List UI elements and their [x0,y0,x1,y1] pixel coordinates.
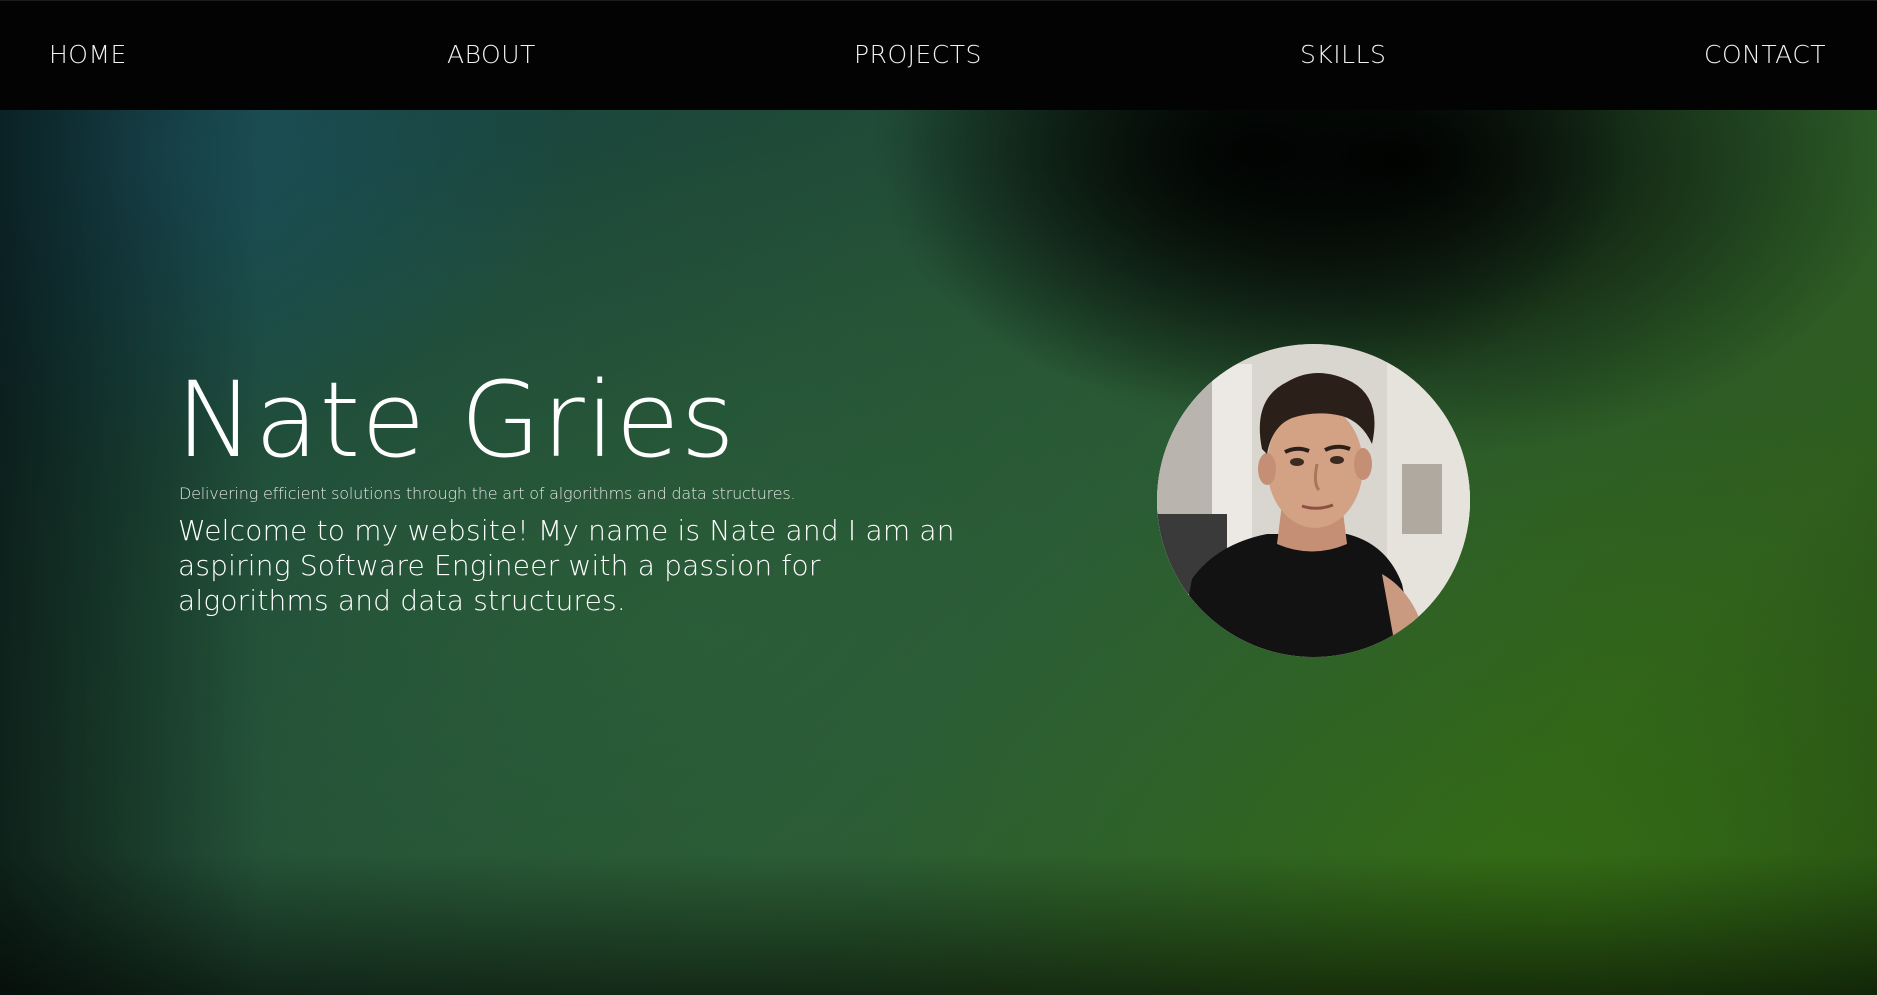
nav-link-about[interactable]: ABOUT [447,39,536,71]
hero-tagline: Delivering efficient solutions through t… [179,484,796,503]
hero-section: Nate Gries Delivering efficient solution… [0,110,1877,995]
nav-link-contact[interactable]: CONTACT [1704,39,1826,71]
nav-link-skills[interactable]: SKILLS [1300,39,1386,71]
top-navigation-bar: HOME ABOUT PROJECTS SKILLS CONTACT [0,0,1877,110]
hero-name-heading: Nate Gries [176,359,736,481]
profile-photo-avatar [1157,344,1470,657]
profile-photo-illustration [1157,344,1470,657]
portfolio-page: HOME ABOUT PROJECTS SKILLS CONTACT Nate … [0,0,1877,995]
nav-link-home[interactable]: HOME [49,39,127,71]
hero-intro-text: Welcome to my website! My name is Nate a… [178,514,955,617]
nav-link-projects[interactable]: PROJECTS [854,39,982,71]
